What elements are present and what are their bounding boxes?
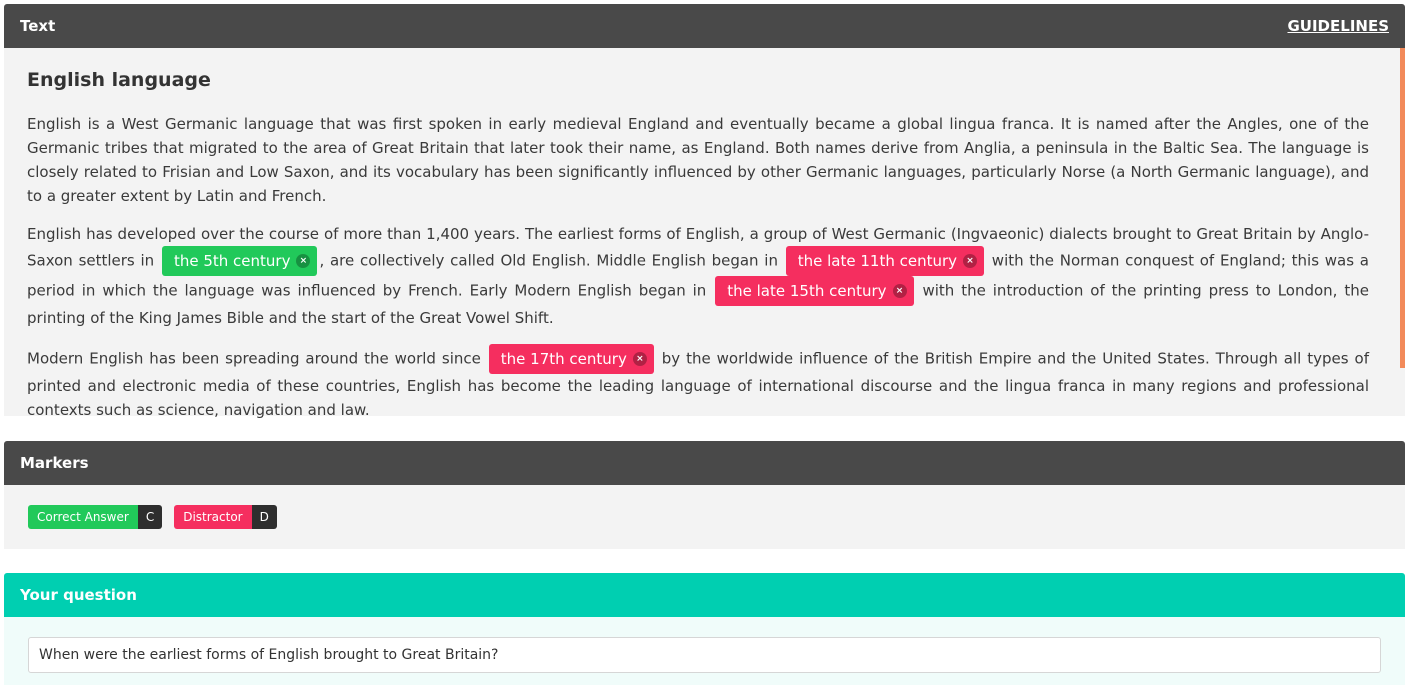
text-body: English language English is a West Germa… (4, 48, 1405, 419)
marker-label: Distractor (174, 505, 252, 529)
remove-tag-icon[interactable]: × (632, 352, 647, 366)
markers-panel-header: Markers (4, 441, 1405, 485)
tag-label: the late 15th century (727, 282, 887, 300)
markers-panel: Markers Correct Answer C Distractor D (4, 441, 1405, 549)
question-input[interactable] (28, 637, 1381, 673)
markers-panel-title: Markers (20, 454, 89, 472)
distractor-tag[interactable]: the late 11th century × (785, 246, 985, 276)
question-panel-header: Your question (4, 573, 1405, 617)
text-panel: Text GUIDELINES English language English… (4, 4, 1405, 419)
distractor-tag[interactable]: the late 15th century × (715, 276, 914, 306)
paragraph-1: English is a West Germanic language that… (27, 115, 1369, 205)
remove-tag-icon[interactable]: × (892, 284, 907, 298)
remove-tag-icon[interactable]: × (963, 254, 978, 268)
paragraph-2: English has developed over the course of… (27, 222, 1369, 330)
correct-answer-marker[interactable]: Correct Answer C (28, 505, 163, 529)
article-title: English language (27, 69, 211, 91)
paragraph-3: Modern English has been spreading around… (27, 344, 1369, 422)
paragraph-text: , are collectively called Old English. M… (319, 251, 778, 270)
distractor-tag[interactable]: the 17th century × (488, 344, 654, 374)
tag-label: the 5th century (173, 252, 291, 270)
tag-label: the 17th century (500, 350, 627, 368)
scrollbar-thumb[interactable] (1400, 48, 1405, 368)
marker-label: Correct Answer (28, 505, 138, 529)
question-panel-title: Your question (20, 586, 137, 604)
remove-tag-icon[interactable]: × (296, 254, 311, 268)
marker-shortcut-key: C (137, 505, 163, 529)
text-panel-title: Text (20, 17, 56, 35)
guidelines-link[interactable]: GUIDELINES (1287, 17, 1389, 35)
distractor-marker[interactable]: Distractor D (174, 505, 277, 529)
text-panel-header: Text GUIDELINES (4, 4, 1405, 48)
question-panel: Your question (4, 573, 1405, 685)
question-body (4, 617, 1405, 685)
marker-shortcut-key: D (251, 505, 277, 529)
correct-answer-tag[interactable]: the 5th century × (161, 246, 318, 276)
tag-label: the late 11th century (797, 252, 958, 270)
paragraph-text: Modern English has been spreading around… (27, 349, 481, 368)
markers-body: Correct Answer C Distractor D (4, 485, 1405, 549)
